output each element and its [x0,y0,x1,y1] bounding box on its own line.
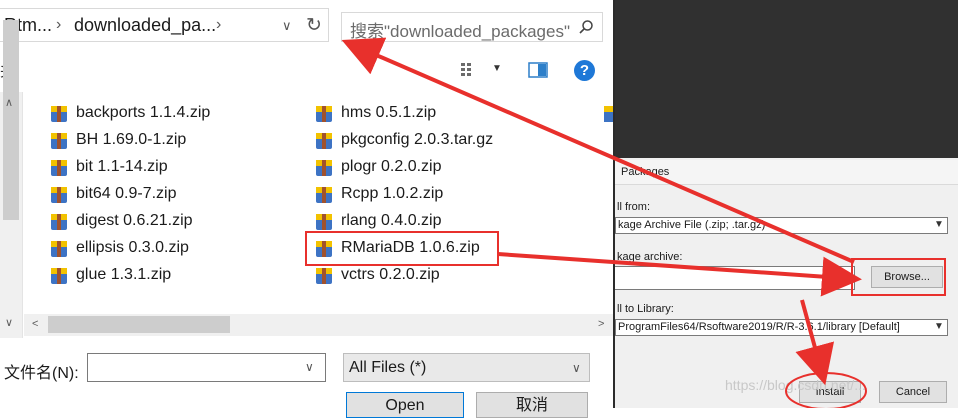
zip-file-icon [316,268,332,284]
chevron-down-icon[interactable]: ∨ [305,360,314,374]
file-name: ellipsis 0.3.0.zip [76,239,189,256]
breadcrumb-item-downloaded[interactable]: downloaded_pa... [74,15,216,36]
zip-file-icon [316,133,332,149]
r-cancel-button[interactable]: Cancel [879,381,947,403]
zip-file-icon [316,187,332,203]
search-input[interactable]: 搜索"downloaded_packages" [341,12,603,42]
chevron-right-icon[interactable]: › [216,16,221,34]
file-name: Rcpp 1.0.2.zip [341,185,444,202]
zip-file-icon [316,241,332,257]
filetype-select[interactable]: All Files (*) ∨ [343,353,590,382]
scroll-up-icon[interactable]: ∧ [5,96,13,109]
zip-file-icon [51,214,67,230]
scroll-left-icon[interactable]: < [32,318,38,330]
file-name: backports 1.1.4.zip [76,104,211,121]
zip-file-icon [316,106,332,122]
search-icon[interactable] [578,19,594,35]
package-archive-label: kage archive: [617,251,683,263]
scroll-down-icon[interactable]: ∨ [5,316,13,329]
dropdown-arrow-icon: ▼ [934,219,944,230]
file-name: rlang 0.4.0.zip [341,212,442,229]
dialog-title: Packages [621,166,670,178]
install-from-label: ll from: [617,201,650,213]
file-name: bit64 0.9-7.zip [76,185,177,202]
install-packages-dialog: Packages ll from: kage Archive File (.zi… [613,0,958,408]
dropdown-arrow-icon: ▼ [934,321,944,332]
view-dropdown-icon[interactable]: ▼ [492,63,502,74]
zip-file-icon [51,241,67,257]
watermark: https://blog.csdn.net/... [725,377,866,393]
breadcrumb: Rtm... › downloaded_pa... › ∨ [0,8,329,42]
file-open-dialog: Rtm... › downloaded_pa... › ∨ ↻ 搜索"downl… [0,0,613,418]
filename-label: 文件名(N): [4,365,79,382]
library-value: ProgramFiles64/Rsoftware2019/R/R-3.6.1/l… [618,321,900,333]
filetype-value: All Files (*) [349,359,427,376]
scroll-right-icon[interactable]: > [598,318,604,330]
zip-file-icon [51,106,67,122]
dialog-title-bar: Packages [615,160,958,185]
background-window [615,0,958,158]
nav-pane-scroll-thumb[interactable] [3,20,19,220]
zip-file-icon [51,187,67,203]
refresh-icon[interactable]: ↻ [303,15,325,37]
zip-file-icon[interactable] [603,105,613,123]
file-name: RMariaDB 1.0.6.zip [341,239,480,256]
file-name: digest 0.6.21.zip [76,212,193,229]
file-name: plogr 0.2.0.zip [341,158,442,175]
browse-button[interactable]: Browse... [871,266,943,288]
zip-file-icon [51,160,67,176]
install-from-value: kage Archive File (.zip; .tar.gz) [618,219,766,231]
file-name: BH 1.69.0-1.zip [76,131,187,148]
library-select[interactable]: ProgramFiles64/Rsoftware2019/R/R-3.6.1/l… [615,319,948,336]
chevron-down-icon[interactable]: ∨ [282,18,292,34]
chevron-down-icon: ∨ [572,361,581,375]
zip-file-icon [316,160,332,176]
zip-file-icon [51,268,67,284]
file-name: hms 0.5.1.zip [341,104,437,121]
zip-file-icon [316,214,332,230]
cancel-button[interactable]: 取消 [476,392,588,418]
search-placeholder: 搜索"downloaded_packages" [350,22,570,41]
file-name: bit 1.1-14.zip [76,158,168,175]
preview-pane-icon[interactable] [528,62,548,78]
filename-input[interactable] [87,353,326,382]
install-from-select[interactable]: kage Archive File (.zip; .tar.gz) ▼ [615,217,948,234]
file-name: vctrs 0.2.0.zip [341,266,440,283]
open-button[interactable]: Open [346,392,464,418]
help-icon[interactable]: ? [574,60,595,81]
hscroll-thumb[interactable] [48,316,230,333]
file-name: pkgconfig 2.0.3.tar.gz [341,131,494,148]
file-name: glue 1.3.1.zip [76,266,172,283]
zip-file-icon [51,133,67,149]
install-to-library-label: ll to Library: [617,303,674,315]
package-archive-input[interactable] [615,266,855,290]
chevron-right-icon[interactable]: › [56,16,61,34]
view-options-icon[interactable] [460,62,480,78]
